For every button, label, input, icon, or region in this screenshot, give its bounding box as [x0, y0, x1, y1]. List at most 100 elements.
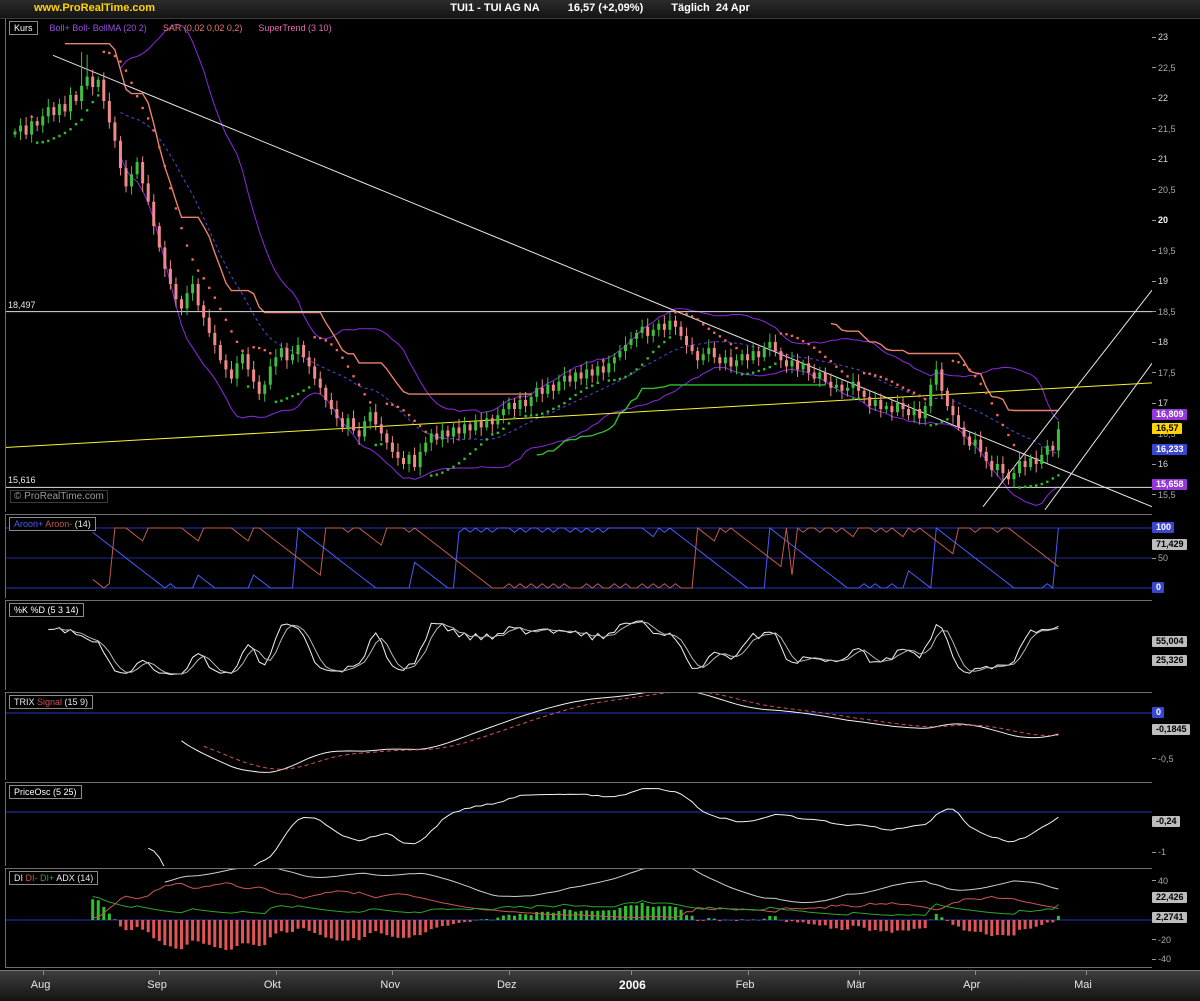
- time-axis-tick: [748, 971, 749, 975]
- sar-dot: [663, 341, 665, 343]
- priceosc-panel[interactable]: PriceOsc (5 25) -0,24-1: [0, 782, 1200, 866]
- dmi-chart-canvas[interactable]: [5, 868, 1152, 968]
- candlestick: [502, 409, 505, 415]
- panel-label-part: DI: [14, 873, 26, 883]
- stochastic-panel[interactable]: %K %D (5 3 14) 55,00425,326: [0, 600, 1200, 690]
- legend-item[interactable]: SuperTrend (3 10): [258, 23, 331, 33]
- sar-dot: [408, 414, 410, 416]
- trix-panel[interactable]: TRIX Signal (15 9) 0-0,1845-0,5: [0, 692, 1200, 780]
- candlestick: [868, 397, 871, 406]
- sar-dot: [536, 414, 538, 416]
- price-panel-label[interactable]: Kurs: [9, 21, 38, 35]
- sar-dot: [208, 287, 210, 289]
- aroon-axis[interactable]: 10071,429500: [1152, 514, 1200, 598]
- dmi-histogram-bar: [713, 919, 716, 920]
- sar-dot: [624, 376, 626, 378]
- sar-dot: [735, 347, 737, 349]
- candlestick: [385, 434, 388, 443]
- sar-dot: [186, 244, 188, 246]
- dmi-histogram-bar: [158, 920, 161, 941]
- candlestick: [430, 434, 433, 443]
- candlestick: [97, 80, 100, 87]
- dmi-histogram-bar: [280, 920, 283, 931]
- candlestick: [213, 333, 216, 345]
- sar-dot: [530, 414, 532, 416]
- candlestick: [219, 345, 222, 360]
- candlestick: [474, 421, 477, 430]
- time-axis[interactable]: AugSepOktNovDez2006FebMärAprMai: [0, 970, 1200, 1001]
- candlestick: [230, 369, 233, 378]
- candlestick: [236, 363, 239, 378]
- sar-dot: [430, 474, 432, 476]
- dmi-histogram-bar: [1040, 920, 1043, 925]
- trix-axis[interactable]: 0-0,1845-0,5: [1152, 692, 1200, 780]
- sar-dot: [1002, 424, 1004, 426]
- sar-dot: [558, 405, 560, 407]
- candlestick: [729, 357, 732, 366]
- dmi-histogram-bar: [391, 920, 394, 937]
- candlestick: [574, 373, 577, 382]
- sar-dot: [647, 357, 649, 359]
- legend-item[interactable]: Boll+ Boll- BollMA (20 2): [50, 23, 147, 33]
- sar-dot: [597, 382, 599, 384]
- sar-dot: [580, 390, 582, 392]
- sar-dot: [141, 107, 143, 109]
- dmi-histogram-bar: [380, 920, 383, 933]
- dmi-histogram-bar: [424, 920, 427, 932]
- bollinger-mid-line: [121, 113, 1059, 454]
- stochastic-panel-label[interactable]: %K %D (5 3 14): [9, 603, 84, 617]
- aroon-panel-label[interactable]: Aroon+ Aroon- (14): [9, 517, 96, 531]
- price-panel[interactable]: Kurs Boll+ Boll- BollMA (20 2) SAR (0,02 …: [0, 18, 1200, 512]
- sar-dot: [280, 400, 282, 402]
- priceosc-panel-label[interactable]: PriceOsc (5 25): [9, 785, 82, 799]
- aroon-chart-canvas[interactable]: [5, 514, 1152, 598]
- dmi-adx-panel[interactable]: DI DI- DI+ ADX (14) 40-20-4022,4262,2741: [0, 868, 1200, 968]
- candlestick: [768, 342, 771, 348]
- trix-panel-label[interactable]: TRIX Signal (15 9): [9, 695, 93, 709]
- legend-item[interactable]: SAR (0,02 0,02 0,2): [163, 23, 243, 33]
- candlestick: [446, 430, 449, 436]
- candlestick: [824, 373, 827, 382]
- candlestick: [507, 403, 510, 409]
- time-axis-label: Apr: [963, 979, 980, 991]
- candlestick: [485, 418, 488, 427]
- stochastic-chart-canvas[interactable]: [5, 600, 1152, 690]
- dmi-panel-label[interactable]: DI DI- DI+ ADX (14): [9, 871, 98, 885]
- candlestick: [358, 430, 361, 436]
- sar-dot: [458, 462, 460, 464]
- dmi-histogram-bar: [125, 920, 128, 930]
- dmi-histogram-bar: [1029, 920, 1032, 929]
- candlestick: [974, 440, 977, 446]
- dmi-histogram-bar: [236, 920, 239, 946]
- candlestick: [541, 388, 544, 394]
- dmi-histogram-bar: [668, 906, 671, 920]
- priceosc-axis[interactable]: -0,24-1: [1152, 782, 1200, 866]
- candlestick: [125, 168, 128, 186]
- candlestick: [613, 357, 616, 363]
- price-legend: Boll+ Boll- BollMA (20 2) SAR (0,02 0,02 …: [50, 23, 348, 33]
- dmi-histogram-bar: [413, 920, 416, 935]
- dmi-histogram-bar: [324, 920, 327, 937]
- dmi-axis[interactable]: 40-20-4022,4262,2741: [1152, 868, 1200, 968]
- trix-chart-canvas[interactable]: [5, 692, 1152, 780]
- site-logo[interactable]: www.ProRealTime.com: [34, 2, 155, 14]
- stochastic-axis[interactable]: 55,00425,326: [1152, 600, 1200, 690]
- dmi-histogram-bar: [702, 920, 705, 921]
- prorealtime-app: www.ProRealTime.com TUI1 - TUI AG NA 16,…: [0, 0, 1200, 1000]
- sar-dot: [968, 369, 970, 371]
- aroon-panel[interactable]: Aroon+ Aroon- (14) 10071,429500: [0, 514, 1200, 598]
- sar-dot: [252, 346, 254, 348]
- candlestick: [30, 121, 33, 134]
- dmi-histogram-bar: [607, 910, 610, 920]
- dmi-histogram-bar: [402, 920, 405, 938]
- header-bar: www.ProRealTime.com TUI1 - TUI AG NA 16,…: [0, 0, 1200, 19]
- candlestick: [63, 104, 66, 111]
- priceosc-chart-canvas[interactable]: [5, 782, 1152, 866]
- price-axis[interactable]: 2322,52221,52120,52019,51918,51817,51716…: [1152, 18, 1200, 512]
- value-tag: 22,426: [1152, 892, 1187, 903]
- price-chart-canvas[interactable]: [5, 18, 1152, 512]
- candlestick: [58, 104, 61, 115]
- dmi-histogram-bar: [469, 920, 472, 922]
- dmi-histogram-bar: [274, 920, 277, 934]
- sar-dot: [36, 142, 38, 144]
